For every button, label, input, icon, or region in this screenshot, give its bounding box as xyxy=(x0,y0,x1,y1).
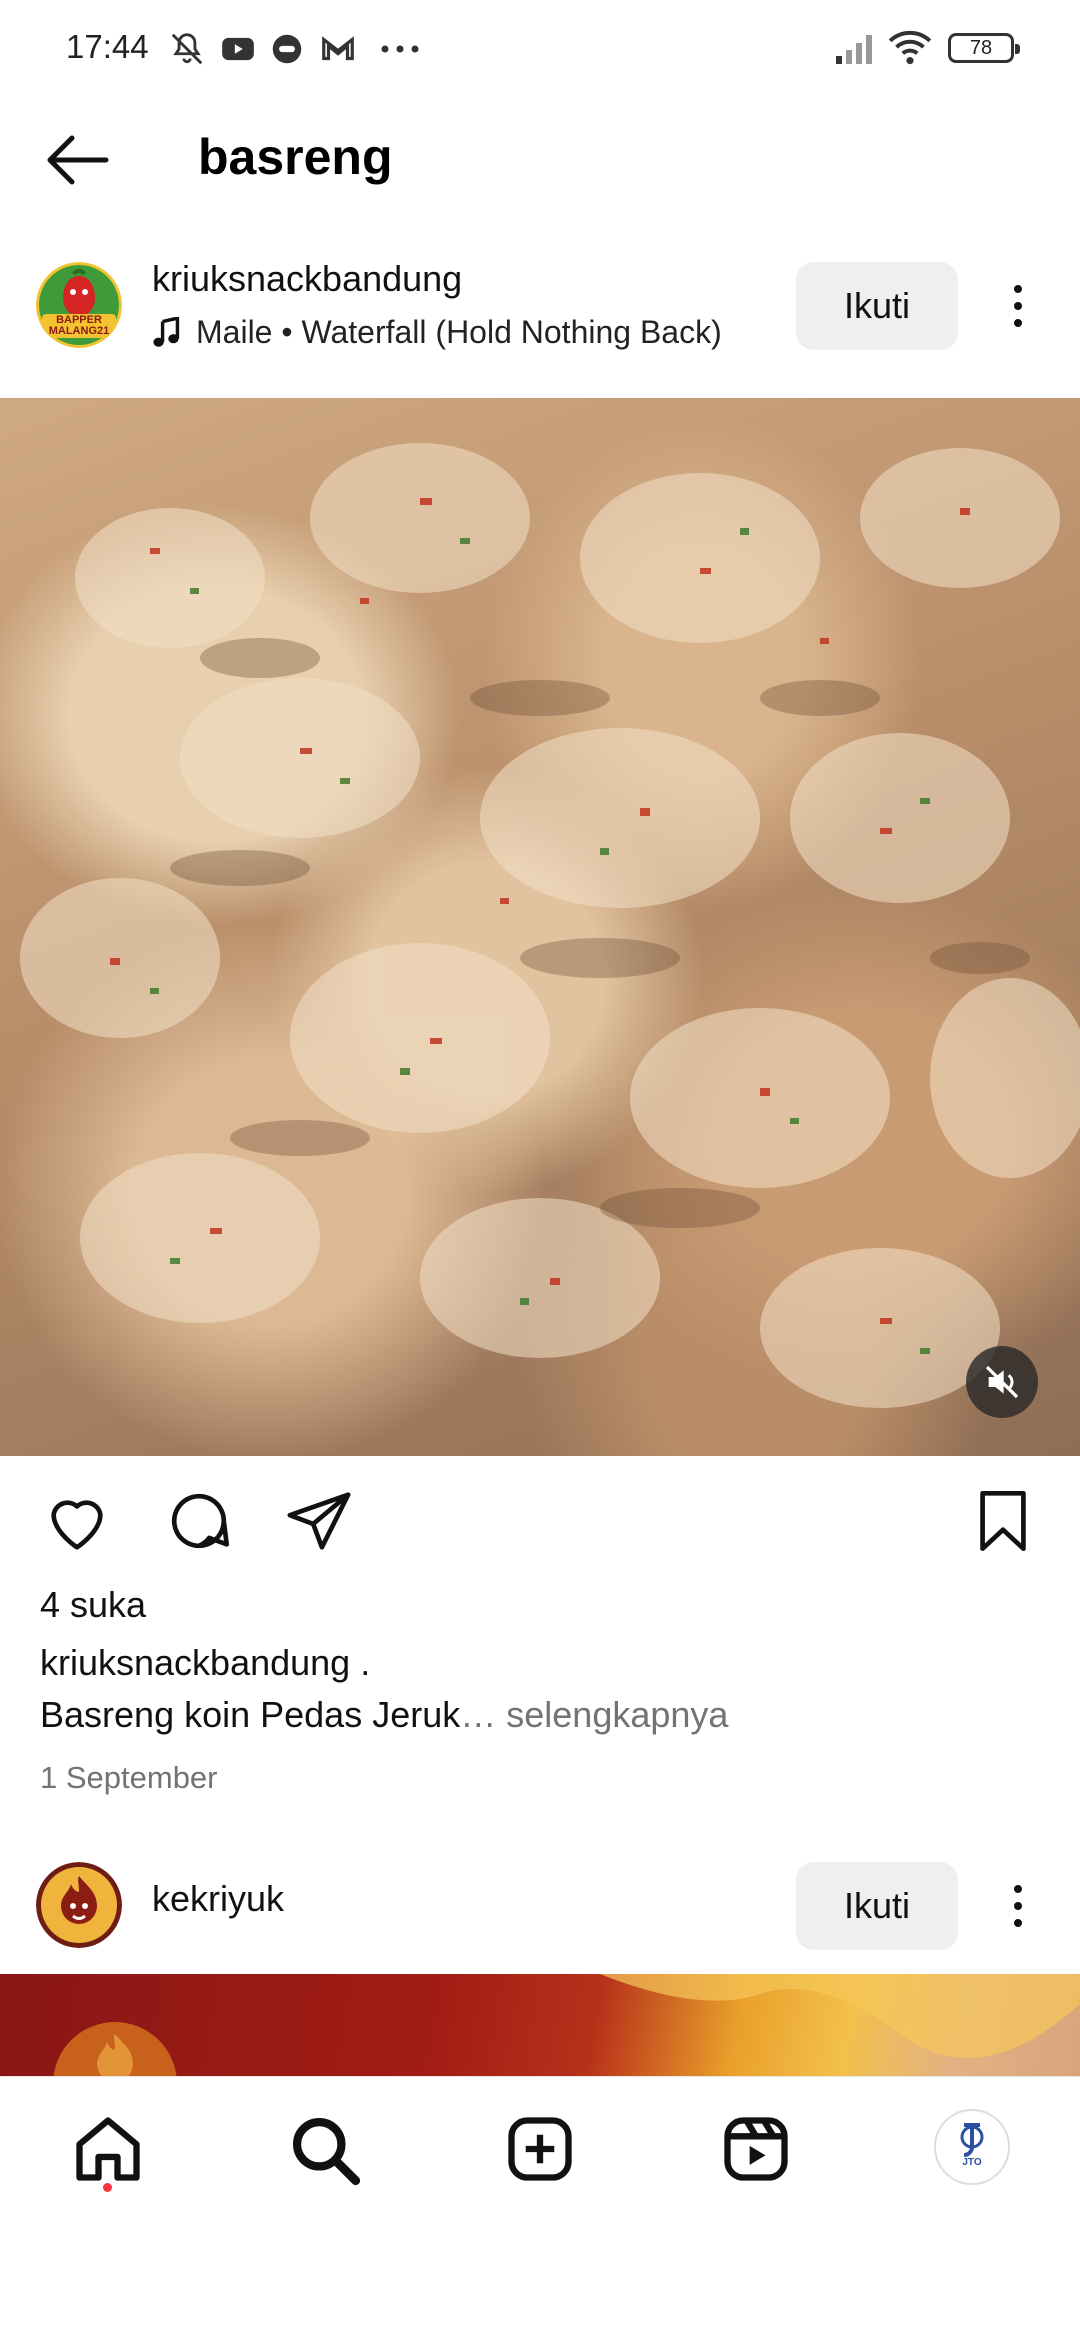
post-username-2[interactable]: kekriyuk xyxy=(152,1878,284,1920)
music-track: Maile • Waterfall (Hold Nothing Back) xyxy=(196,314,722,350)
follow-button-2[interactable]: Ikuti xyxy=(796,1862,958,1950)
snack-photo xyxy=(20,443,1080,1408)
create-post-icon[interactable] xyxy=(502,2111,578,2187)
share-icon[interactable] xyxy=(284,1486,354,1556)
bottom-navigation: JTO xyxy=(0,2076,1080,2216)
post-actions xyxy=(0,1480,1080,1560)
see-more-link[interactable]: … selengkapnya xyxy=(460,1694,728,1735)
profile-avatar[interactable]: JTO xyxy=(934,2109,1010,2185)
follow-button[interactable]: Ikuti xyxy=(796,262,958,350)
status-bar: 17:44 78 xyxy=(0,0,1080,100)
caption: Basreng koin Pedas Jeruk… selengkapnya xyxy=(40,1694,728,1736)
more-dots-icon xyxy=(381,45,419,53)
gmail-icon xyxy=(322,36,354,61)
bookmark-icon[interactable] xyxy=(968,1486,1038,1556)
post-date: 1 September xyxy=(40,1760,218,1795)
post-media-2[interactable] xyxy=(0,1974,1080,2078)
avatar[interactable]: BAPPER MALANG21 xyxy=(36,262,122,348)
avatar-label: BAPPER MALANG21 xyxy=(48,314,110,337)
post-header: BAPPER MALANG21 kriuksnackbandung Maile … xyxy=(0,240,1080,370)
search-icon[interactable] xyxy=(286,2111,362,2187)
signal-icon xyxy=(836,35,872,64)
avatar-2[interactable] xyxy=(36,1862,122,1948)
more-options-icon-2[interactable] xyxy=(998,1862,1038,1950)
music-note-icon xyxy=(153,316,180,347)
post-media[interactable] xyxy=(0,398,1080,1456)
post-media-2-art xyxy=(53,1974,1080,2078)
mute-icon xyxy=(171,33,203,65)
top-bar: basreng xyxy=(0,110,1080,210)
wifi-icon xyxy=(888,30,932,65)
post-header-2: kekriyuk Ikuti xyxy=(0,1840,1080,1970)
youtube-icon xyxy=(222,37,254,61)
like-count[interactable]: 4 suka xyxy=(40,1584,146,1626)
post-username[interactable]: kriuksnackbandung xyxy=(152,258,462,300)
page-title: basreng xyxy=(198,129,393,185)
chat-bubble-icon xyxy=(272,34,302,64)
status-time: 17:44 xyxy=(66,28,149,65)
heart-icon[interactable] xyxy=(42,1486,112,1556)
back-arrow-icon[interactable] xyxy=(40,130,112,190)
caption-text: Basreng koin Pedas Jeruk xyxy=(40,1694,461,1735)
battery-indicator: 78 xyxy=(948,33,1020,63)
mute-button[interactable] xyxy=(966,1346,1038,1418)
reels-icon[interactable] xyxy=(718,2111,794,2187)
more-options-icon[interactable] xyxy=(998,262,1038,350)
speaker-muted-icon xyxy=(985,1365,1019,1399)
home-icon[interactable] xyxy=(70,2111,146,2187)
profile-logo-icon xyxy=(938,2113,1006,2181)
notification-dot xyxy=(103,2183,112,2192)
comment-icon[interactable] xyxy=(164,1486,234,1556)
profile-avatar-label: JTO xyxy=(962,2157,982,2168)
caption-username[interactable]: kriuksnackbandung . xyxy=(40,1642,370,1684)
music-line[interactable]: Maile • Waterfall (Hold Nothing Back) xyxy=(152,314,722,351)
